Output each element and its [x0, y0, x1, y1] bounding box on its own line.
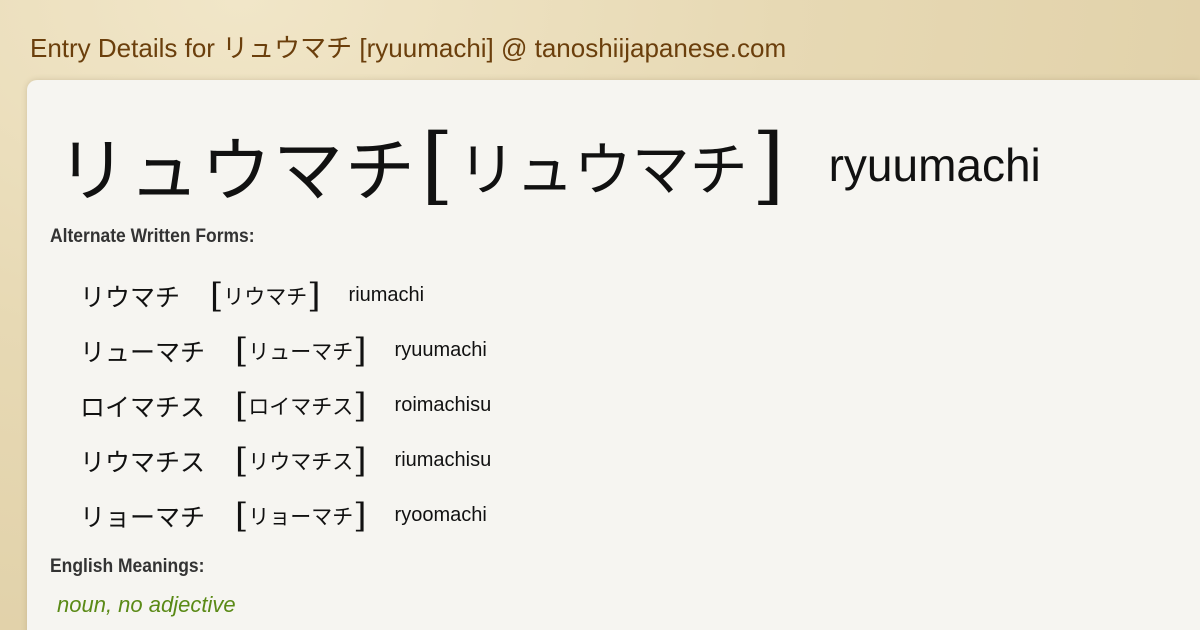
alternate-form-bracket-close: ]: [307, 275, 321, 316]
alternate-form-item: リョーマチ [ リョーマチ ] ryoomachi: [80, 488, 491, 543]
alternate-form-bracket-close: ]: [353, 385, 367, 426]
page-title: Entry Details for リュウマチ [ryuumachi] @ ta…: [30, 33, 787, 63]
english-meanings-label: English Meanings:: [50, 556, 205, 577]
alternate-forms-label: Alternate Written Forms:: [50, 226, 255, 247]
headword-text: リュウマチ: [57, 129, 417, 212]
alternate-form-bracket-open: [: [210, 275, 224, 316]
alternate-form-bracket-close: ]: [353, 330, 367, 371]
entry-card: リュウマチ [ リュウマチ ] ryuumachi Alternate Writ…: [27, 80, 1200, 630]
alternate-form-bracket-open: [: [235, 495, 249, 536]
alternate-form-item: ロイマチス [ ロイマチス ] roimachisu: [80, 378, 491, 433]
alternate-form-word: ロイマチス: [80, 392, 206, 422]
alternate-form-bracket-open: [: [235, 385, 249, 426]
part-of-speech: noun, no adjective: [57, 592, 236, 617]
alternate-form-word: リウマチ: [80, 282, 181, 312]
alternate-form-word: リョーマチ: [80, 502, 206, 532]
headword-reading: リュウマチ: [457, 136, 748, 204]
alternate-form-reading: リューマチ: [248, 339, 354, 364]
alternate-form-reading: ロイマチス: [248, 394, 354, 419]
alternate-form-word: リューマチ: [80, 337, 206, 367]
alternate-form-reading: リウマチ: [223, 284, 308, 309]
alternate-form-bracket-open: [: [235, 330, 249, 371]
headword-bracket-open: [: [421, 116, 454, 214]
headword-bracket-close: ]: [751, 116, 785, 214]
alternate-form-romaji: ryoomachi: [394, 504, 487, 526]
alternate-form-item: リウマチス [ リウマチス ] riumachisu: [80, 433, 491, 488]
alternate-forms-list: リウマチ [ リウマチ ] riumachi リューマチ [ リューマチ ] r…: [80, 268, 491, 543]
alternate-form-bracket-close: ]: [353, 495, 367, 536]
alternate-form-romaji: riumachi: [348, 284, 425, 306]
alternate-form-romaji: ryuumachi: [394, 339, 487, 361]
alternate-form-romaji: roimachisu: [394, 394, 492, 416]
alternate-form-bracket-close: ]: [353, 440, 367, 481]
alternate-form-reading: リョーマチ: [248, 504, 354, 529]
alternate-form-word: リウマチス: [80, 447, 206, 477]
headword-romaji: ryuumachi: [828, 139, 1041, 191]
headword: リュウマチ [ リュウマチ ] ryuumachi: [57, 115, 1041, 215]
alternate-form-reading: リウマチス: [248, 449, 354, 474]
alternate-form-bracket-open: [: [235, 440, 249, 481]
alternate-form-item: リウマチ [ リウマチ ] riumachi: [80, 268, 491, 323]
alternate-form-item: リューマチ [ リューマチ ] ryuumachi: [80, 323, 491, 378]
alternate-form-romaji: riumachisu: [394, 449, 492, 471]
